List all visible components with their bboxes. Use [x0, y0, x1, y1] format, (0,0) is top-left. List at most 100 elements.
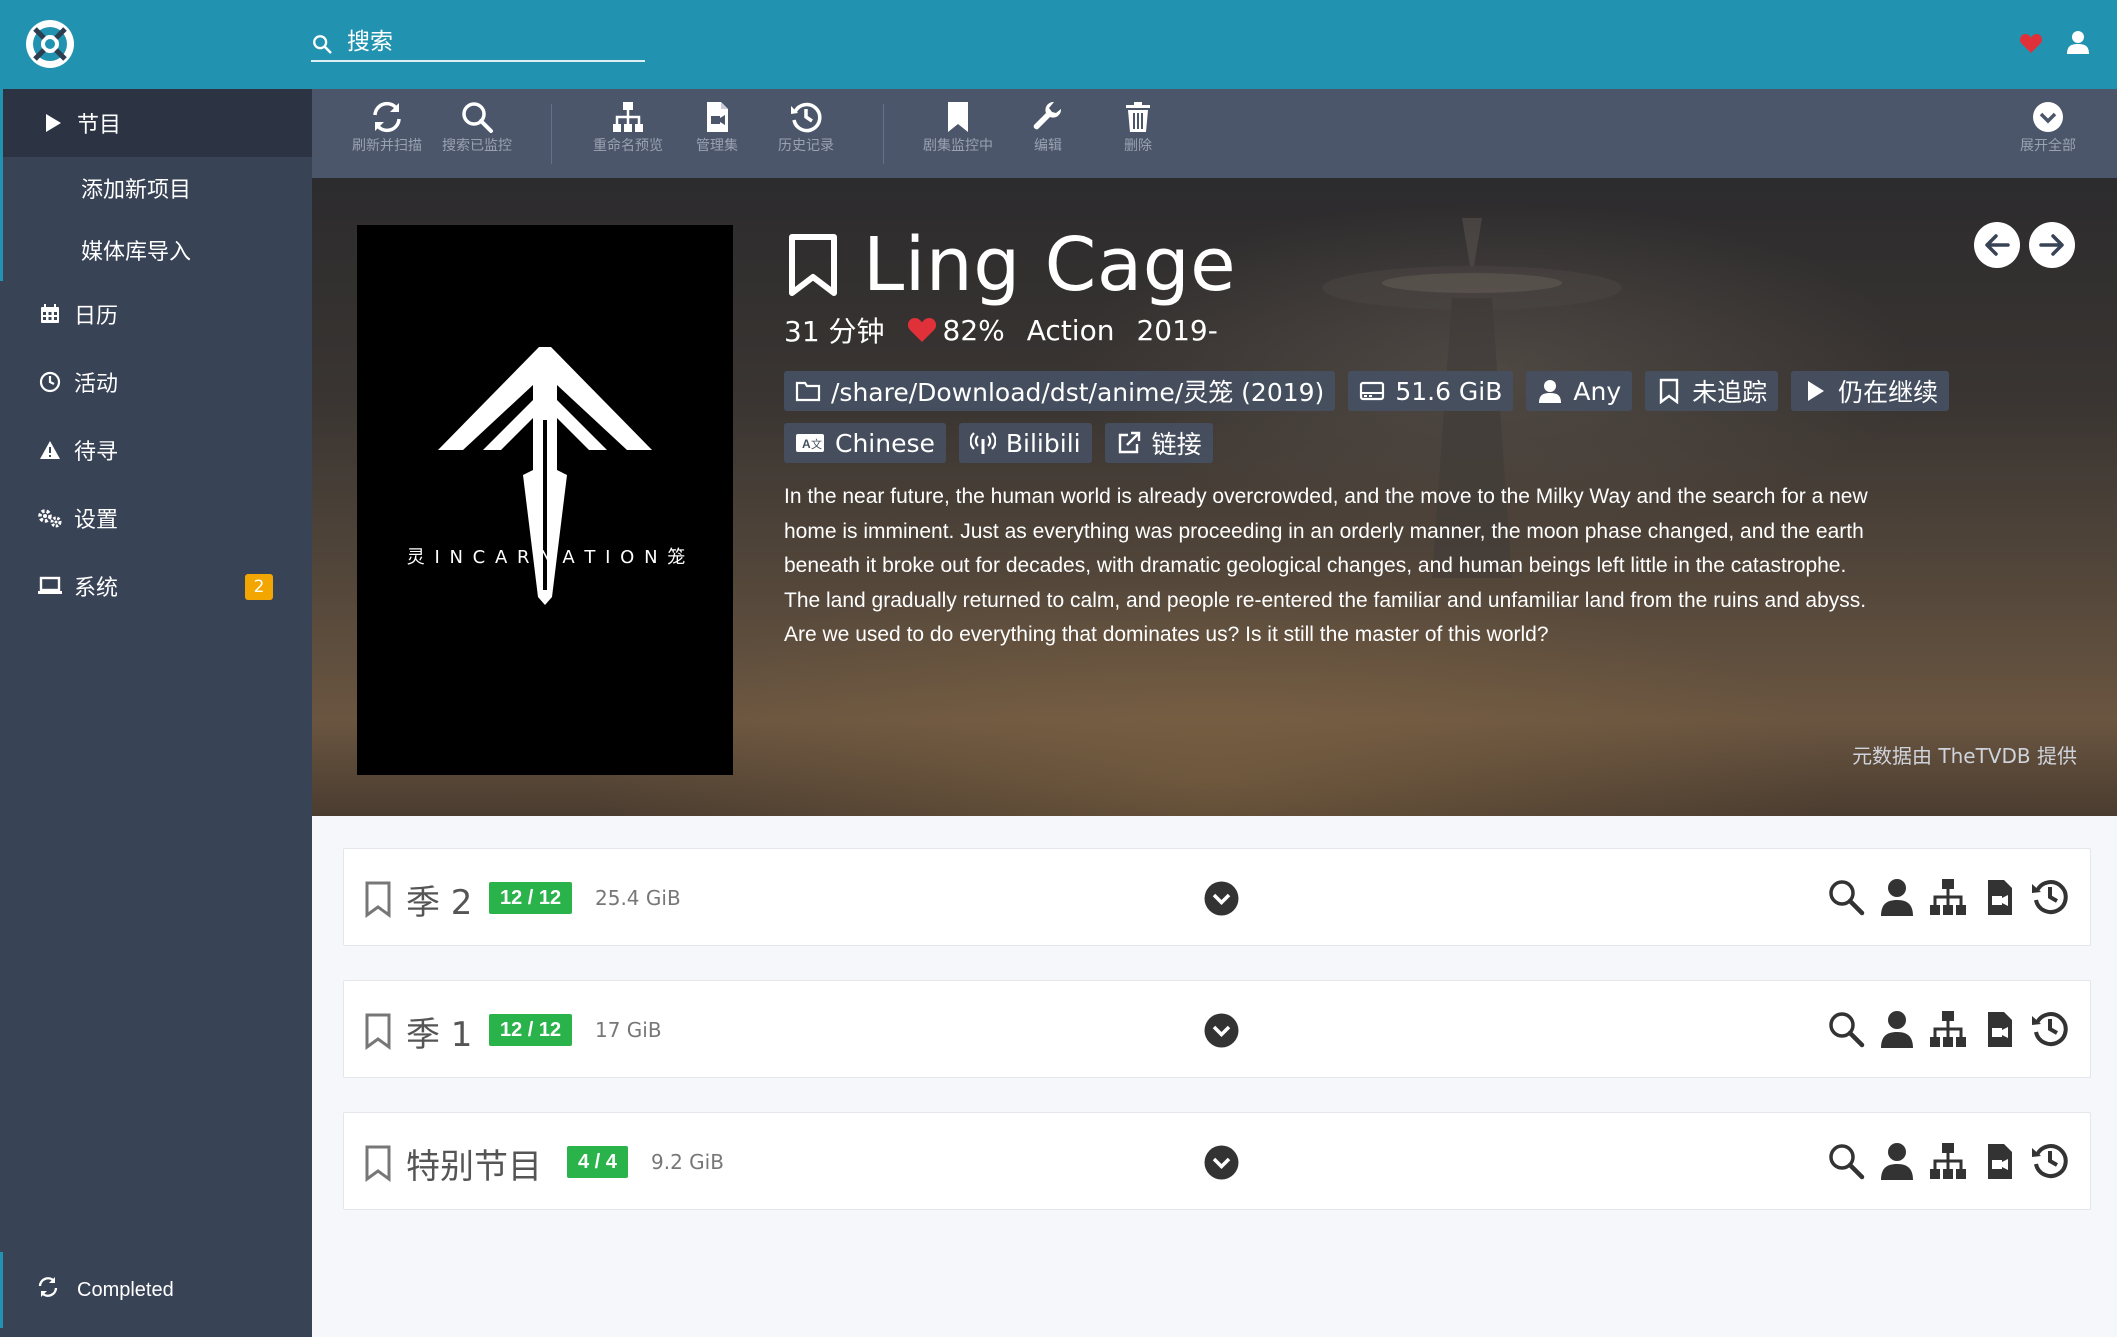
- sonarr-logo-icon[interactable]: [24, 18, 76, 70]
- sidebar-item-library-import[interactable]: 媒体库导入: [0, 219, 312, 281]
- user-icon[interactable]: [2067, 30, 2089, 54]
- toolbar-label: 删除: [1124, 138, 1152, 154]
- sidebar-item-label: 添加新项目: [81, 178, 192, 203]
- edit-button[interactable]: 编辑: [1008, 97, 1088, 175]
- season-actions: [1826, 1009, 2081, 1049]
- toolbar-label: 编辑: [1034, 138, 1062, 154]
- links-button[interactable]: 链接: [1104, 423, 1213, 463]
- toolbar-label: 历史记录: [778, 138, 834, 154]
- details-row-1: /share/Download/dst/anime/灵笼 (2019) 51.6…: [784, 371, 1962, 411]
- rename-preview-button[interactable]: 重命名预览: [588, 97, 668, 175]
- toolbar-label: 刷新并扫描: [352, 138, 422, 154]
- series-status-label: 仍在继续: [1791, 371, 1950, 411]
- season-size: 9.2 GiB: [651, 1150, 724, 1174]
- search-icon: [462, 102, 493, 133]
- network-text: Bilibili: [1005, 428, 1081, 458]
- language-text: Chinese: [835, 428, 935, 458]
- history-button[interactable]: 历史记录: [766, 97, 846, 175]
- sitemap-icon: [613, 102, 643, 132]
- svg-text:文: 文: [811, 437, 822, 451]
- title-row: Ling Cage: [787, 220, 1236, 310]
- toolbar-label: 展开全部: [2020, 138, 2076, 154]
- metadata-provider: 元数据由 TheTVDB 提供: [1852, 744, 2077, 768]
- sitemap-icon[interactable]: [1928, 1141, 1968, 1181]
- search-monitored-button[interactable]: 搜索已监控: [437, 97, 517, 175]
- donate-heart-icon[interactable]: [2019, 32, 2043, 54]
- network-label: Bilibili: [958, 423, 1092, 463]
- sidebar-item-activity[interactable]: 活动: [0, 348, 312, 416]
- top-bar: [0, 0, 2117, 89]
- details-row-2: A文 Chinese Bilibili 链接: [784, 423, 1226, 463]
- history-icon[interactable]: [2030, 1009, 2070, 1049]
- monitoring-button[interactable]: 剧集监控中: [918, 97, 998, 175]
- file-video-icon[interactable]: [1979, 1009, 2019, 1049]
- sidebar-item-wanted[interactable]: 待寻: [0, 416, 312, 484]
- bookmark-outline-icon[interactable]: [364, 880, 392, 918]
- chevron-circle-down-icon[interactable]: [1203, 880, 1240, 917]
- language-label: A文 Chinese: [784, 423, 946, 463]
- sitemap-icon[interactable]: [1928, 1009, 1968, 1049]
- series-header: 灵 I N C A R N A T I O N 笼 Ling Cage 31 分…: [312, 178, 2117, 816]
- toolbar-label: 重命名预览: [593, 138, 663, 154]
- poster-title: 灵 I N C A R N A T I O N 笼: [406, 547, 688, 568]
- wrench-icon: [1033, 101, 1062, 130]
- file-video-icon[interactable]: [1979, 877, 2019, 917]
- sidebar-item-calendar[interactable]: 日历: [0, 280, 312, 348]
- next-series-button[interactable]: [2029, 222, 2075, 268]
- user-icon[interactable]: [1877, 877, 1917, 917]
- user-icon[interactable]: [1877, 1009, 1917, 1049]
- refresh-icon: [373, 101, 401, 133]
- search-icon[interactable]: [1826, 877, 1866, 917]
- bookmark-outline-icon[interactable]: [364, 1144, 392, 1182]
- sidebar-item-label: 活动: [74, 372, 119, 397]
- history-icon[interactable]: [2030, 1141, 2070, 1181]
- delete-button[interactable]: 删除: [1098, 97, 1178, 175]
- sidebar-item-system[interactable]: 系统 2: [0, 552, 312, 620]
- series-navigation: [1974, 222, 2084, 268]
- episode-count-badge: 12 / 12: [489, 882, 573, 914]
- path-label: /share/Download/dst/anime/灵笼 (2019): [784, 371, 1336, 411]
- sidebar-item-label: 日历: [74, 304, 119, 329]
- search-icon[interactable]: [1826, 1141, 1866, 1181]
- user-icon[interactable]: [1877, 1141, 1917, 1181]
- clock-icon: [36, 368, 64, 396]
- toolbar-separator: [883, 104, 884, 164]
- sidebar-item-add-new[interactable]: 添加新项目: [0, 157, 312, 219]
- previous-series-button[interactable]: [1974, 222, 2020, 268]
- sitemap-icon[interactable]: [1928, 877, 1968, 917]
- history-icon[interactable]: [2030, 877, 2070, 917]
- bookmark-outline-icon[interactable]: [364, 1012, 392, 1050]
- system-badge: 2: [245, 574, 273, 600]
- user-icon: [1539, 380, 1562, 403]
- bookmark-outline-icon[interactable]: [787, 233, 839, 297]
- toolbar-separator: [551, 104, 552, 164]
- series-poster[interactable]: 灵 I N C A R N A T I O N 笼: [357, 225, 733, 775]
- play-icon: [39, 109, 67, 137]
- expand-all-button[interactable]: 展开全部: [2008, 97, 2088, 175]
- heart-icon: [907, 318, 936, 342]
- search-icon[interactable]: [1826, 1009, 1866, 1049]
- genre: Action: [1026, 313, 1115, 347]
- file-video-icon: [707, 102, 728, 132]
- sidebar-item-label: 节目: [77, 113, 122, 138]
- quality-profile-text: Any: [1573, 376, 1622, 406]
- size-text: 51.6 GiB: [1395, 376, 1503, 406]
- sidebar-item-label: 待寻: [74, 440, 119, 465]
- file-video-icon[interactable]: [1979, 1141, 2019, 1181]
- search-input[interactable]: [347, 26, 637, 58]
- chevron-circle-down-icon[interactable]: [1203, 1144, 1240, 1181]
- warning-icon: [36, 436, 64, 464]
- sidebar-item-settings[interactable]: 设置: [0, 484, 312, 552]
- chevron-circle-down-icon[interactable]: [1203, 1012, 1240, 1049]
- season-size: 17 GiB: [595, 1018, 662, 1042]
- series-title: Ling Cage: [863, 222, 1237, 308]
- refresh-scan-button[interactable]: 刷新并扫描: [347, 97, 427, 175]
- trash-icon: [1126, 102, 1150, 132]
- sidebar-item-label: 系统: [74, 576, 119, 601]
- manage-episodes-button[interactable]: 管理集: [677, 97, 757, 175]
- season-name: 特别节目: [406, 1147, 542, 1187]
- sidebar-item-series[interactable]: 节目: [0, 89, 312, 157]
- toolbar-label: 剧集监控中: [923, 138, 993, 154]
- chevron-circle-down-icon: [2033, 102, 2063, 132]
- series-status-text: 仍在继续: [1838, 378, 1939, 407]
